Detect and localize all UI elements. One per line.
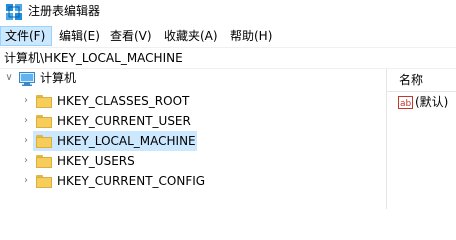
column-header-name[interactable]: 名称 [387,69,456,92]
chevron-right-icon[interactable]: › [21,96,31,106]
tree-item-label: HKEY_USERS [57,154,135,168]
tree-item-hkey-current-user[interactable]: › HKEY_CURRENT_USER [0,111,385,131]
folder-icon [36,115,52,128]
title-bar[interactable]: 注册表编辑器 [0,0,456,24]
menu-edit[interactable]: 编辑(E) [55,26,104,46]
value-name[interactable]: (默认) [415,94,448,110]
folder-icon [36,155,52,168]
menu-favorites[interactable]: 收藏夹(A) [160,26,222,46]
folder-icon [36,175,52,188]
folder-icon [36,135,52,148]
tree-item-label: HKEY_CURRENT_CONFIG [57,174,206,188]
chevron-right-icon[interactable]: › [21,116,31,126]
values-pane[interactable]: 名称 ab (默认) [387,69,456,209]
address-bar[interactable]: 计算机\HKEY_LOCAL_MACHINE [0,47,456,69]
column-header-label: 名称 [399,73,424,87]
menu-view[interactable]: 查看(V) [106,26,156,46]
tree-item-hkey-local-machine[interactable]: › HKEY_LOCAL_MACHINE [0,131,385,151]
tree-item-label: HKEY_CLASSES_ROOT [57,94,190,108]
chevron-right-icon[interactable]: › [21,156,31,166]
menu-help[interactable]: 帮助(H) [226,26,276,46]
tree-item-hkey-current-config[interactable]: › HKEY_CURRENT_CONFIG [0,171,385,191]
menu-bar: 文件(F) 编辑(E) 查看(V) 收藏夹(A) 帮助(H) [0,26,456,46]
tree-pane[interactable]: ∨ 计算机 › HKEY_CLASSES_ROOT › HKEY_CURRENT… [0,69,385,209]
tree-item-hkey-users[interactable]: › HKEY_USERS [0,151,385,171]
registry-editor-icon [6,4,22,20]
chevron-right-icon[interactable]: › [21,136,31,146]
chevron-right-icon[interactable]: › [21,176,31,186]
tree-item-label: HKEY_CURRENT_USER [57,114,191,128]
tree-item-hkey-classes-root[interactable]: › HKEY_CLASSES_ROOT [0,91,385,111]
tree-item-label: HKEY_LOCAL_MACHINE [57,134,196,148]
address-path[interactable]: 计算机\HKEY_LOCAL_MACHINE [4,50,183,66]
tree-item-label: 计算机 [40,71,77,85]
tree-item-computer[interactable]: ∨ 计算机 [0,69,385,89]
menu-file[interactable]: 文件(F) [0,26,52,46]
svg-text:ab: ab [400,99,412,109]
window-title: 注册表编辑器 [28,4,101,18]
registry-editor-window: 注册表编辑器 文件(F) 编辑(E) 查看(V) 收藏夹(A) 帮助(H) 计算… [0,0,456,209]
computer-icon [19,72,35,86]
string-value-icon: ab [398,96,413,109]
folder-icon [36,95,52,108]
chevron-down-icon[interactable]: ∨ [4,73,14,83]
